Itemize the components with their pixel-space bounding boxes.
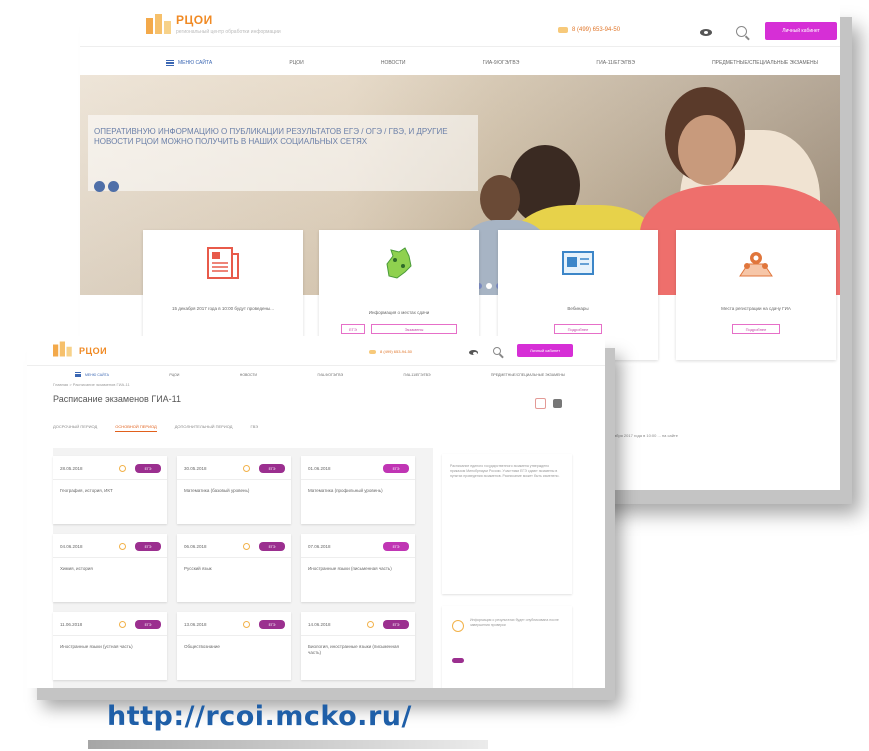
- phone-icon: [369, 349, 376, 354]
- nav-gia11[interactable]: ГИА-11/ЕГЭ/ГВЭ: [596, 60, 635, 66]
- service-card-text: Места регистрации на сдачу ГИА: [721, 306, 791, 311]
- nav-site-menu[interactable]: Меню сайта: [166, 60, 212, 66]
- exam-day-card[interactable]: 28.05.2018 ЕГЭ География, история, ИКТ: [53, 456, 167, 524]
- site-header: РЦОИ региональный центр обработки информ…: [80, 3, 840, 47]
- morning-icon: [243, 465, 250, 472]
- nav-news[interactable]: Новости: [381, 60, 406, 66]
- news-snippet: 15 декабря 2017 года в 10:00 ... на сайт…: [602, 433, 678, 438]
- exam-day-card[interactable]: 04.06.2018 ЕГЭ Химия, история: [53, 534, 167, 602]
- morning-icon: [119, 621, 126, 628]
- tab-additional-period[interactable]: Дополнительный период: [175, 424, 233, 432]
- schedule-info-text: Расписание единого государственного экза…: [450, 464, 560, 478]
- search-icon[interactable]: [736, 26, 747, 37]
- exam-type-badge: ЕГЭ: [135, 620, 161, 629]
- facebook-icon[interactable]: [108, 181, 119, 192]
- exam-type-badge: ЕГЭ: [383, 464, 409, 473]
- student-face: [678, 115, 736, 185]
- exam-day-card[interactable]: 01.06.2018 ЕГЭ Математика (профильный ур…: [301, 456, 415, 524]
- exam-type-badge: ЕГЭ: [259, 542, 285, 551]
- exam-type-badge: ЕГЭ: [135, 464, 161, 473]
- exam-calendar: 28.05.2018 ЕГЭ География, история, ИКТ 3…: [53, 448, 433, 688]
- logo-mark-icon: [53, 340, 73, 357]
- service-button-more[interactable]: Подробнее: [732, 324, 780, 334]
- exam-type-badge: ЕГЭ: [259, 464, 285, 473]
- map-pins-icon: [739, 252, 773, 277]
- site-logo[interactable]: РЦОИ региональный центр обработки информ…: [146, 11, 281, 35]
- notification-panel: Информация о результатах будет опубликов…: [442, 606, 572, 688]
- morning-icon: [119, 465, 126, 472]
- exam-day-card[interactable]: 14.06.2018 ЕГЭ Биология, иностранные язы…: [301, 612, 415, 680]
- exam-type-badge: ЕГЭ: [259, 620, 285, 629]
- service-card[interactable]: Места регистрации на сдачу ГИА Подробнее: [676, 230, 836, 360]
- exam-type-badge: ЕГЭ: [135, 542, 161, 551]
- personal-account-button[interactable]: Личный кабинет: [517, 344, 573, 357]
- page-title: Расписание экзаменов ГИА-11: [53, 394, 182, 404]
- service-card-text: 15 декабря 2017 года в 10:00 будут прове…: [172, 306, 274, 311]
- nav-news[interactable]: Новости: [240, 373, 257, 377]
- schedule-info-panel: Расписание единого государственного экза…: [442, 454, 572, 594]
- exam-day-card[interactable]: 13.06.2018 ЕГЭ Обществознание: [177, 612, 291, 680]
- service-button-more[interactable]: Подробнее: [554, 324, 602, 334]
- logo-mark-icon: [146, 12, 172, 34]
- vk-icon[interactable]: [94, 181, 105, 192]
- breadcrumb[interactable]: Главная > Расписание экзаменов ГИА-11: [53, 382, 130, 387]
- map-moscow-icon: [386, 247, 412, 279]
- id-card-icon: [562, 251, 594, 275]
- hero-text: Оперативную информацию о публикации резу…: [94, 127, 448, 146]
- morning-icon: [119, 543, 126, 550]
- sun-icon: [452, 620, 464, 632]
- nav-special-exams[interactable]: Предметные/специальные экзамены: [491, 373, 565, 377]
- nav-rcoi[interactable]: РЦОИ: [289, 60, 303, 66]
- slider-dot[interactable]: [486, 283, 492, 289]
- period-tabs: Досрочный период Основной период Дополни…: [53, 424, 258, 432]
- nav-special-exams[interactable]: Предметные/специальные экзамены: [712, 60, 818, 66]
- phone-number[interactable]: 8 (499) 653-94-50: [558, 27, 620, 33]
- tab-gve[interactable]: ГВЭ: [250, 424, 258, 432]
- personal-account-button[interactable]: Личный кабинет: [765, 22, 837, 40]
- nav-site-menu[interactable]: Меню сайта: [75, 372, 109, 377]
- site-logo[interactable]: РЦОИ: [53, 340, 107, 362]
- calendar-icon[interactable]: [535, 398, 546, 409]
- tab-early-period[interactable]: Досрочный период: [53, 424, 97, 432]
- exam-day-card[interactable]: 06.06.2018 ЕГЭ Русский язык: [177, 534, 291, 602]
- logo-subtitle: региональный центр обработки информации: [176, 29, 281, 35]
- service-button-ege[interactable]: ЕГЭ: [341, 324, 365, 334]
- nav-gia11[interactable]: ГИА-11/ЕГЭ/ГВЭ: [404, 373, 431, 377]
- site-url[interactable]: http://rcoi.mcko.ru/: [107, 701, 412, 732]
- logo-name: РЦОИ: [79, 346, 108, 356]
- exam-day-card[interactable]: 11.06.2018 ЕГЭ Иностранные языки (устная…: [53, 612, 167, 680]
- main-nav: Меню сайта РЦОИ Новости ГИА-9/ОГЭ/ГВЭ ГИ…: [166, 57, 818, 69]
- exam-type-badge: ЕГЭ: [383, 542, 409, 551]
- main-nav: Меню сайта РЦОИ Новости ГИА-9/ОГЭ/ГВЭ ГИ…: [75, 372, 565, 377]
- service-card-text: Вебинары: [567, 306, 589, 311]
- morning-icon: [243, 543, 250, 550]
- phone-icon: [558, 27, 568, 33]
- accessibility-eye-icon[interactable]: [700, 29, 712, 36]
- service-button-exams[interactable]: Экзамены: [371, 324, 457, 334]
- student-head: [480, 175, 520, 223]
- menu-icon: [166, 60, 174, 66]
- nav-rcoi[interactable]: РЦОИ: [169, 373, 179, 377]
- menu-icon: [75, 372, 81, 377]
- schedule-screenshot: РЦОИ 8 (499) 653-94-50 Личный кабинет Ме…: [27, 336, 605, 688]
- url-underline-shadow: [88, 740, 488, 749]
- newspaper-icon: [207, 247, 239, 279]
- notification-text: Информация о результатах будет опубликов…: [470, 618, 559, 627]
- service-card-text: Информация о местах сдачи: [368, 310, 430, 315]
- tab-main-period[interactable]: Основной период: [115, 424, 157, 432]
- morning-icon: [243, 621, 250, 628]
- exam-day-card[interactable]: 07.06.2018 ЕГЭ Иностранные языки (письме…: [301, 534, 415, 602]
- morning-icon: [367, 621, 374, 628]
- site-header: РЦОИ 8 (499) 653-94-50 Личный кабинет: [27, 336, 605, 366]
- nav-gia9[interactable]: ГИА-9/ОГЭ/ГВЭ: [483, 60, 520, 66]
- nav-gia9[interactable]: ГИА-9/ОГЭ/ГВЭ: [317, 373, 343, 377]
- search-icon[interactable]: [493, 347, 501, 355]
- exam-day-card[interactable]: 30.05.2018 ЕГЭ Математика (базовый урове…: [177, 456, 291, 524]
- print-icon[interactable]: [553, 399, 562, 408]
- phone-number[interactable]: 8 (499) 653-94-50: [369, 349, 412, 354]
- exam-type-badge: ЕГЭ: [383, 620, 409, 629]
- toggle-switch[interactable]: [452, 658, 464, 663]
- accessibility-eye-icon[interactable]: [469, 350, 478, 355]
- logo-name: РЦОИ: [176, 13, 213, 27]
